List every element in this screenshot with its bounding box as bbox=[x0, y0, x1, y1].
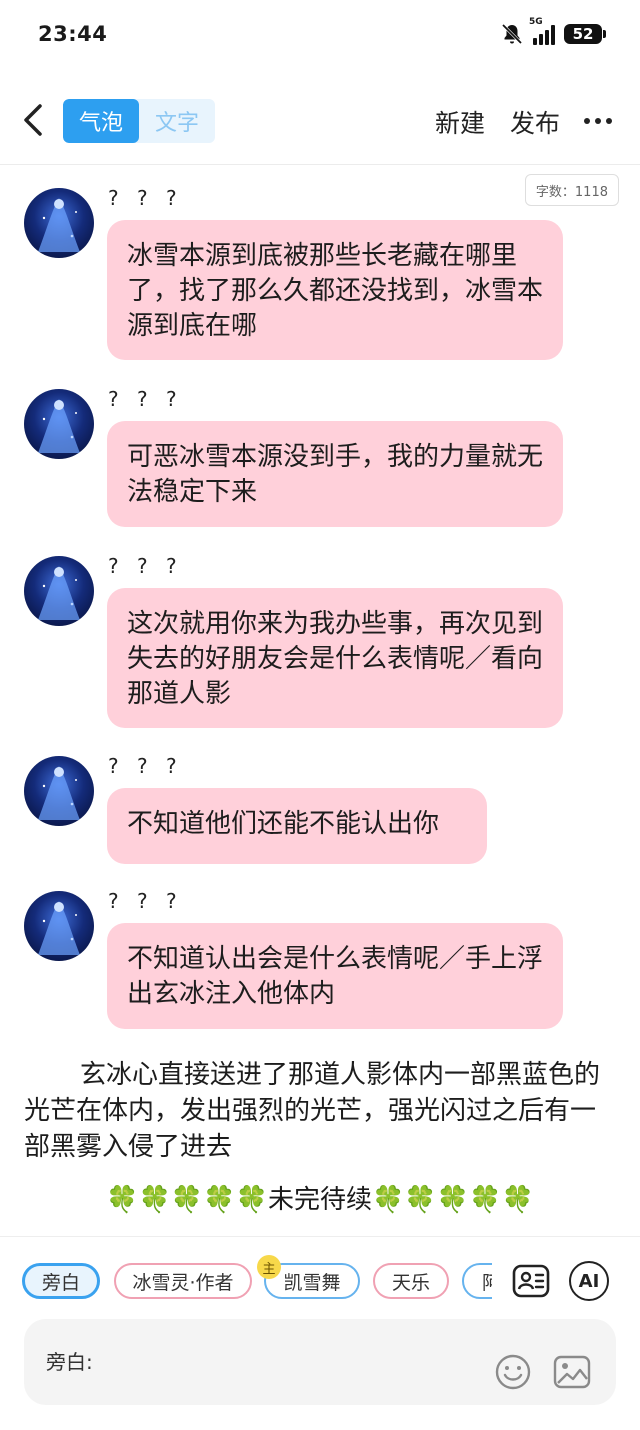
tab-text[interactable]: 文字 bbox=[139, 99, 215, 143]
status-time: 23:44 bbox=[38, 22, 108, 46]
tab-bubble[interactable]: 气泡 bbox=[63, 99, 139, 143]
battery-icon: 52 bbox=[564, 24, 606, 44]
role-chip-tianle[interactable]: 天乐 bbox=[373, 1263, 449, 1299]
more-horizontal-icon[interactable] bbox=[584, 118, 612, 124]
narration-text[interactable]: 玄冰心直接送进了那道人影体内一部黑蓝色的光芒在体内，发出强烈的光芒，强光闪过之后… bbox=[24, 1057, 616, 1165]
main-role-badge: 主 bbox=[257, 1255, 281, 1279]
avatar[interactable] bbox=[24, 756, 94, 826]
message-bubble[interactable]: 冰雪本源到底被那些长老藏在哪里了，找了那么久都还没找到，冰雪本源到底在哪 bbox=[107, 220, 563, 360]
bell-muted-icon bbox=[501, 23, 523, 45]
new-button[interactable]: 新建 bbox=[435, 104, 485, 140]
message-bubble[interactable]: 不知道认出会是什么表情呢／手上浮出玄冰注入他体内 bbox=[107, 923, 563, 1029]
to-be-continued-text: 未完待续 bbox=[267, 1185, 372, 1215]
speaker-name: ? ? ? bbox=[108, 554, 183, 578]
speaker-name: ? ? ? bbox=[108, 889, 183, 913]
composer-panel: 旁白 冰雪灵·作者 凯雪舞 天乐 阿 主 AI 旁白: bbox=[0, 1236, 640, 1430]
to-be-continued-line: 🍀🍀🍀🍀🍀未完待续🍀🍀🍀🍀🍀 bbox=[0, 1182, 640, 1218]
avatar[interactable] bbox=[24, 891, 94, 961]
avatar[interactable] bbox=[24, 389, 94, 459]
avatar[interactable] bbox=[24, 556, 94, 626]
clover-icon: 🍀🍀🍀🍀🍀 bbox=[372, 1185, 534, 1215]
message-input[interactable]: 旁白: bbox=[24, 1319, 616, 1405]
role-chip-more[interactable]: 阿 bbox=[462, 1263, 492, 1299]
mode-tabs: 气泡 文字 bbox=[63, 99, 215, 143]
message-bubble[interactable]: 可恶冰雪本源没到手，我的力量就无法稳定下来 bbox=[107, 421, 563, 527]
input-role-label: 旁白: bbox=[46, 1350, 93, 1374]
battery-level: 52 bbox=[572, 25, 594, 43]
publish-button[interactable]: 发布 bbox=[510, 104, 560, 140]
role-chip-narrator[interactable]: 旁白 bbox=[22, 1263, 100, 1299]
word-count-badge: 字数：1118 bbox=[524, 174, 619, 206]
status-bar: 23:44 5G 52 bbox=[0, 0, 640, 72]
avatar[interactable] bbox=[24, 188, 94, 258]
chevron-left-icon[interactable] bbox=[18, 100, 52, 140]
signal-icon: 5G bbox=[529, 17, 555, 45]
role-chip-author[interactable]: 冰雪灵·作者 bbox=[114, 1263, 252, 1299]
message-bubble[interactable]: 不知道他们还能不能认出你 bbox=[107, 788, 487, 864]
ai-button[interactable]: AI bbox=[569, 1261, 609, 1301]
role-card-icon[interactable] bbox=[511, 1261, 551, 1301]
app-header: 气泡 文字 新建 发布 bbox=[0, 92, 640, 152]
message-bubble[interactable]: 这次就用你来为我办些事，再次见到失去的好朋友会是什么表情呢／看向那道人影 bbox=[107, 588, 563, 728]
speaker-name: ? ? ? bbox=[108, 186, 183, 210]
speaker-name: ? ? ? bbox=[108, 387, 183, 411]
emoji-icon[interactable] bbox=[494, 1353, 532, 1391]
clover-icon: 🍀🍀🍀🍀🍀 bbox=[106, 1185, 268, 1215]
network-label: 5G bbox=[529, 17, 543, 27]
image-icon[interactable] bbox=[552, 1353, 592, 1391]
header-divider bbox=[0, 164, 640, 165]
speaker-name: ? ? ? bbox=[108, 754, 183, 778]
